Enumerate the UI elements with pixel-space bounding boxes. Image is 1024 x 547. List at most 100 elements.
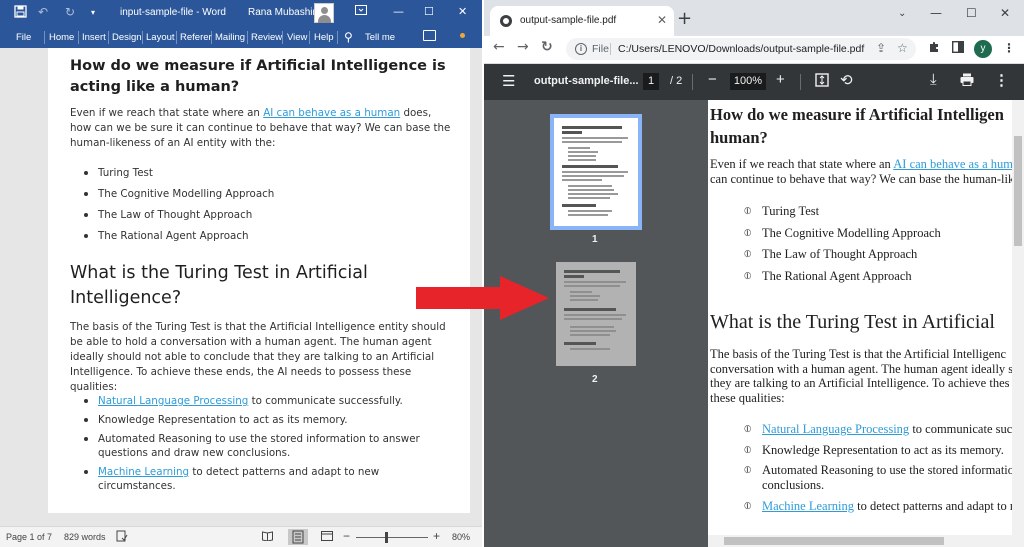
download-icon[interactable]: ⤓ bbox=[930, 71, 937, 88]
tab-references[interactable]: Referer bbox=[180, 32, 212, 43]
zoom-in-button[interactable]: + bbox=[776, 71, 785, 88]
document-page[interactable]: How do we measure if Artificial Intellig… bbox=[48, 48, 470, 513]
heading-measure-ai: How do we measure if Artificial Intellig… bbox=[70, 58, 446, 95]
pdf-text: Even if we reach that state where an bbox=[710, 157, 894, 171]
reload-icon[interactable]: ↻ bbox=[541, 39, 553, 55]
pdf-link-machine-learning[interactable]: Machine Learning bbox=[762, 499, 854, 513]
new-tab-icon[interactable]: + bbox=[677, 8, 692, 29]
redo-icon[interactable]: ↻ bbox=[65, 5, 75, 19]
tell-me-search[interactable]: Tell me bbox=[365, 32, 395, 43]
pdf-paragraph-intro: Even if we reach that state where an AI … bbox=[710, 157, 1012, 187]
forward-icon[interactable]: → bbox=[517, 39, 529, 55]
tab-view[interactable]: View bbox=[287, 32, 307, 43]
scrollbar-thumb[interactable] bbox=[1014, 136, 1022, 246]
list-item-text: to communicate success bbox=[912, 422, 1012, 436]
list-item-text: to communicate successfully. bbox=[248, 395, 403, 407]
list-item-text: The Law of Thought Approach bbox=[762, 247, 918, 261]
menu-icon[interactable]: ☰ bbox=[502, 72, 515, 90]
page-number-input[interactable]: 1 bbox=[643, 73, 659, 90]
print-icon[interactable] bbox=[960, 73, 974, 90]
customize-toolbar-icon[interactable]: ▾ bbox=[91, 8, 95, 17]
maximize-icon[interactable]: ☐ bbox=[424, 5, 434, 18]
bookmark-star-icon[interactable]: ☆ bbox=[897, 41, 908, 55]
comments-icon[interactable] bbox=[423, 30, 436, 41]
zoom-slider[interactable] bbox=[356, 537, 428, 538]
word-count[interactable]: 829 words bbox=[64, 532, 106, 542]
zoom-slider-thumb[interactable] bbox=[385, 532, 388, 543]
tab-review[interactable]: Review bbox=[251, 32, 282, 43]
read-mode-icon[interactable] bbox=[262, 531, 273, 543]
tab-strip: output-sample-file.pdf ✕ + ⌄ — ☐ ✕ bbox=[484, 0, 1024, 36]
list-item: ⦶ The Law of Thought Approach bbox=[744, 247, 918, 261]
tab-search-icon[interactable]: ⌄ bbox=[898, 8, 906, 19]
minimize-icon[interactable]: — bbox=[930, 6, 942, 20]
info-icon[interactable]: i bbox=[575, 43, 587, 55]
horizontal-scrollbar[interactable] bbox=[708, 535, 1024, 547]
extensions-icon[interactable] bbox=[928, 41, 940, 56]
page-thumbnail-1[interactable] bbox=[550, 114, 642, 230]
tab-layout[interactable]: Layout bbox=[146, 32, 175, 43]
maximize-icon[interactable]: ☐ bbox=[966, 6, 977, 20]
tab-insert[interactable]: Insert bbox=[82, 32, 106, 43]
page-count[interactable]: Page 1 of 7 bbox=[6, 532, 52, 542]
close-tab-icon[interactable]: ✕ bbox=[657, 13, 667, 27]
chrome-menu-icon[interactable]: ⋮ bbox=[1003, 41, 1015, 55]
pdf-paragraph-turing: The basis of the Turing Test is that the… bbox=[710, 347, 1012, 405]
fit-page-icon[interactable] bbox=[815, 73, 829, 91]
list-item: Machine Learning to detect patterns and … bbox=[84, 465, 443, 493]
avatar[interactable]: y bbox=[974, 40, 992, 58]
close-icon[interactable]: ✕ bbox=[1000, 6, 1010, 20]
save-icon[interactable] bbox=[14, 5, 27, 21]
list-item: The Rational Agent Approach bbox=[84, 229, 443, 243]
more-actions-icon[interactable]: ⋮ bbox=[994, 71, 1009, 89]
tab-mailings[interactable]: Mailing bbox=[215, 32, 245, 43]
pdf-link-nlp[interactable]: Natural Language Processing bbox=[762, 422, 909, 436]
qualities-list: Natural Language Processing to communica… bbox=[84, 394, 443, 493]
side-panel-icon[interactable] bbox=[951, 40, 965, 56]
pdf-link-ai-behave-human[interactable]: AI can behave as a human bbox=[893, 157, 1012, 171]
link-nlp[interactable]: Natural Language Processing bbox=[98, 395, 248, 407]
avatar[interactable] bbox=[314, 3, 334, 23]
minimize-icon[interactable]: — bbox=[393, 5, 404, 18]
print-layout-icon[interactable] bbox=[288, 529, 308, 545]
link-machine-learning[interactable]: Machine Learning bbox=[98, 466, 189, 478]
address-bar[interactable]: i File C:/Users/LENOVO/Downloads/output-… bbox=[566, 38, 916, 60]
zoom-in-button[interactable]: + bbox=[433, 529, 440, 543]
browser-tab[interactable]: output-sample-file.pdf ✕ bbox=[490, 6, 674, 36]
pdf-paragraph-line: conversation with a human agent. The hum… bbox=[710, 361, 1012, 376]
proofing-icon[interactable] bbox=[116, 530, 128, 545]
list-item: Automated Reasoning to use the stored in… bbox=[84, 432, 443, 460]
pdf-heading-turing-test: What is the Turing Test in Artificial bbox=[710, 311, 995, 333]
list-item: The Cognitive Modelling Approach bbox=[84, 187, 443, 201]
rotate-icon[interactable]: ⟲ bbox=[840, 71, 853, 89]
link-ai-behave-human[interactable]: AI can behave as a human bbox=[263, 107, 400, 119]
pdf-paragraph-line: they are talking to an Artificial Intell… bbox=[710, 376, 1010, 390]
tab-design[interactable]: Design bbox=[112, 32, 142, 43]
pdf-viewer[interactable]: How do we measure if Artificial Intellig… bbox=[708, 100, 1024, 547]
lightbulb-icon: ⚲ bbox=[344, 30, 353, 44]
close-icon[interactable]: ✕ bbox=[458, 5, 467, 18]
paragraph-turing: The basis of the Turing Test is that the… bbox=[70, 321, 446, 393]
pdf-paragraph-line: The basis of the Turing Test is that the… bbox=[710, 347, 1007, 361]
page-thumbnail-2[interactable] bbox=[556, 262, 636, 366]
share-icon[interactable]: ⇪ bbox=[876, 41, 886, 55]
tab-help[interactable]: Help bbox=[314, 32, 334, 43]
vertical-scrollbar[interactable] bbox=[1012, 100, 1024, 535]
zoom-out-button[interactable]: − bbox=[343, 529, 350, 543]
back-icon[interactable]: ← bbox=[493, 39, 505, 55]
zoom-out-button[interactable]: − bbox=[708, 71, 717, 88]
web-layout-icon[interactable] bbox=[321, 531, 333, 543]
undo-icon[interactable]: ↶ bbox=[38, 5, 48, 19]
ribbon-display-icon[interactable] bbox=[355, 5, 367, 19]
pdf-file-name: output-sample-file... bbox=[534, 75, 639, 87]
tab-home[interactable]: Home bbox=[49, 32, 74, 43]
tab-file[interactable]: File bbox=[16, 32, 31, 43]
list-item: Turing Test bbox=[84, 166, 443, 180]
scrollbar-thumb[interactable] bbox=[724, 537, 944, 545]
zoom-level-input[interactable]: 100% bbox=[730, 73, 766, 90]
globe-icon bbox=[500, 15, 512, 27]
url-text[interactable]: C:/Users/LENOVO/Downloads/output-sample-… bbox=[618, 43, 864, 55]
user-name[interactable]: Rana Mubashir bbox=[248, 7, 316, 18]
list-item: The Law of Thought Approach bbox=[84, 208, 443, 222]
zoom-level[interactable]: 80% bbox=[452, 532, 470, 542]
